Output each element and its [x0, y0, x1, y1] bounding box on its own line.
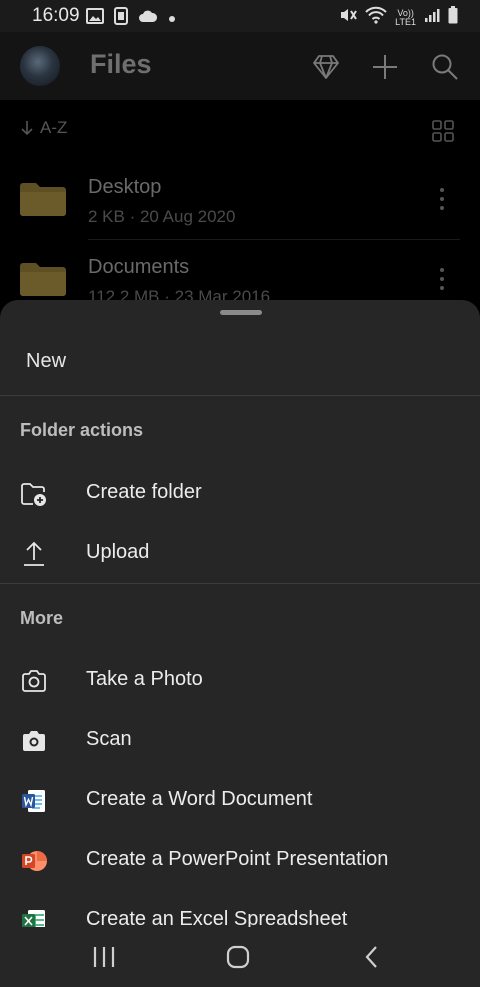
search-icon: [432, 54, 458, 80]
scan-button[interactable]: Scan: [0, 710, 480, 770]
action-label: Create a Word Document: [86, 788, 313, 810]
section-header-folder-actions: Folder actions: [20, 420, 144, 440]
action-label: Create a PowerPoint Presentation: [86, 848, 389, 870]
create-word-document-button[interactable]: Create a Word Document: [0, 770, 480, 830]
file-meta: 2 KB · 20 Aug 2020: [88, 207, 236, 226]
status-bar: 16:09 Vo)) LTE1: [0, 0, 480, 32]
diamond-icon: [313, 55, 339, 79]
more-vertical-icon: [440, 188, 444, 210]
grid-view-button[interactable]: [432, 120, 454, 147]
divider: [0, 583, 480, 584]
action-label: Create folder: [86, 481, 202, 503]
status-time: 16:09: [32, 5, 80, 26]
more-notifications-dot-icon: [168, 10, 176, 28]
more-options-button[interactable]: [436, 186, 448, 212]
take-photo-button[interactable]: Take a Photo: [0, 650, 480, 710]
grid-view-icon: [432, 120, 454, 142]
camera-outline-icon: [22, 670, 46, 692]
premium-diamond-button[interactable]: [311, 52, 341, 82]
back-button[interactable]: [358, 943, 388, 971]
sheet-drag-handle[interactable]: [220, 310, 262, 315]
file-name: Documents: [88, 256, 190, 278]
create-powerpoint-button[interactable]: Create a PowerPoint Presentation: [0, 830, 480, 890]
new-bottom-sheet: New Folder actions Create folder Upload …: [0, 300, 480, 987]
app-bar: Files: [0, 32, 480, 100]
back-icon: [365, 946, 377, 968]
divider: [0, 395, 480, 396]
recent-apps-icon: [93, 947, 115, 967]
sort-label: A-Z: [40, 118, 68, 137]
battery-icon: [448, 6, 458, 29]
home-icon: [226, 945, 250, 969]
sheet-title: New: [26, 350, 67, 372]
more-options-button[interactable]: [436, 266, 448, 292]
camera-filled-icon: [23, 731, 45, 751]
system-navigation-bar: [0, 927, 480, 987]
plus-icon: [373, 55, 397, 79]
upload-icon: [24, 541, 44, 566]
section-header-more: More: [20, 608, 64, 628]
sim-notification-icon: [114, 7, 128, 30]
search-button[interactable]: [430, 52, 460, 82]
recent-apps-button[interactable]: [89, 943, 119, 971]
file-name: Desktop: [88, 176, 162, 198]
list-item[interactable]: Desktop 2 KB · 20 Aug 2020: [0, 160, 480, 240]
signal-icon: [424, 7, 440, 28]
gallery-notification-icon: [86, 8, 104, 29]
action-label: Take a Photo: [86, 668, 203, 690]
powerpoint-icon: [22, 851, 47, 871]
add-button[interactable]: [370, 52, 400, 82]
lte-label: LTE1: [395, 16, 416, 27]
create-folder-button[interactable]: Create folder: [0, 463, 480, 523]
upload-button[interactable]: Upload: [0, 523, 480, 583]
lte-indicator: Vo)) LTE1: [395, 8, 416, 27]
action-label: Upload: [86, 541, 150, 563]
action-label: Scan: [86, 728, 132, 750]
avatar[interactable]: [20, 46, 60, 86]
folder-icon: [20, 183, 66, 216]
sort-control[interactable]: A-Z: [20, 118, 67, 138]
page-title: Files: [90, 49, 152, 79]
wifi-icon: [365, 6, 387, 29]
cloud-notification-icon: [138, 9, 158, 28]
word-icon: [22, 790, 45, 812]
arrow-down-icon: [21, 121, 33, 136]
folder-icon: [20, 263, 66, 296]
home-button[interactable]: [223, 943, 253, 971]
folder-add-icon: [21, 483, 46, 506]
more-vertical-icon: [440, 268, 444, 290]
mute-icon: [339, 7, 358, 28]
